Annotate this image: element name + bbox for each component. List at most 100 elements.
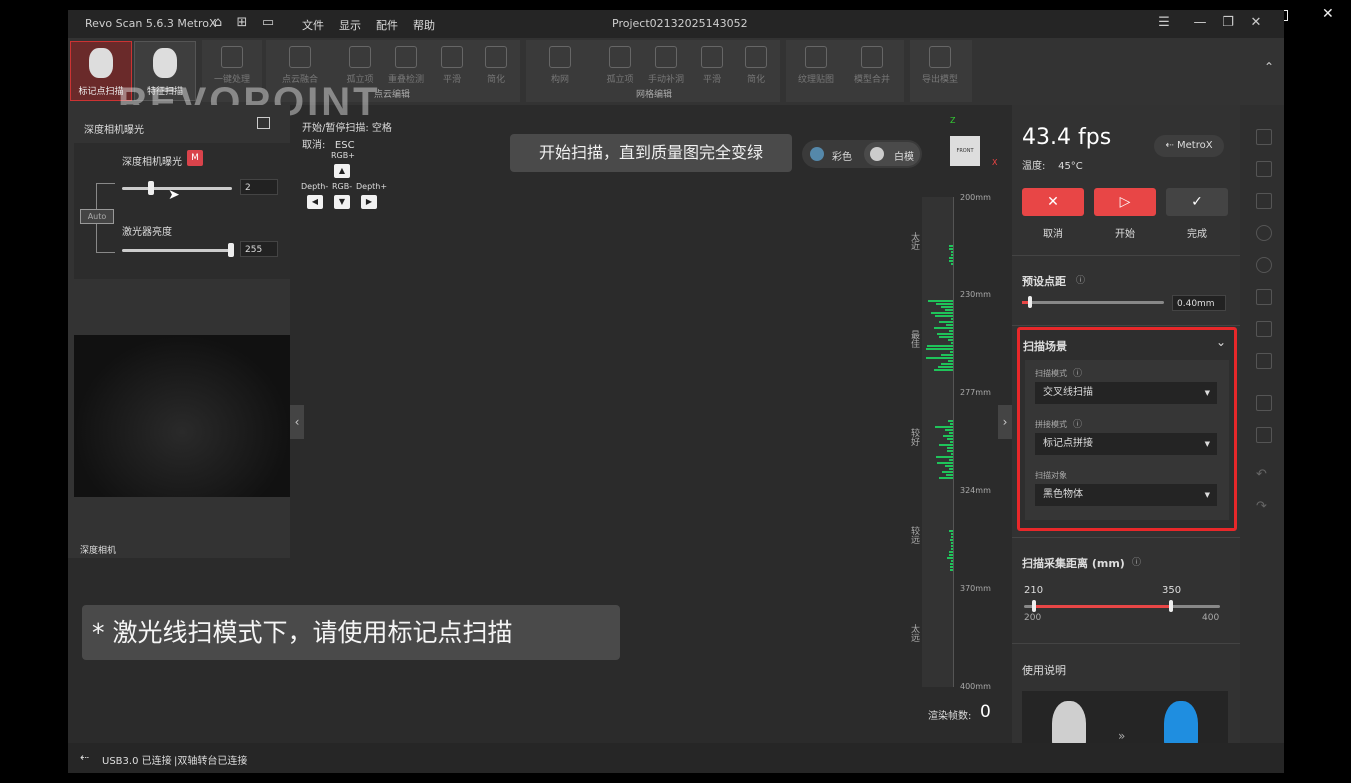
stitch-mode-value: 标记点拼接: [1043, 438, 1093, 449]
connected-select-icon[interactable]: [1256, 257, 1272, 273]
mesh-isolate-button[interactable]: 孤立项: [596, 46, 644, 85]
collapse-left-button[interactable]: ‹: [290, 405, 304, 439]
select-tool-icon[interactable]: [1256, 129, 1272, 145]
ground-icon[interactable]: [1256, 427, 1272, 443]
point-distance-spinbox[interactable]: 0.40mm: [1172, 295, 1226, 311]
home-icon[interactable]: ⌂: [210, 15, 226, 31]
point-distance-slider[interactable]: [1022, 301, 1164, 304]
laser-spinbox[interactable]: 255: [240, 241, 278, 257]
histogram-bar: [928, 300, 953, 302]
camera-label: 深度相机: [80, 546, 117, 556]
mesh-button[interactable]: 构网: [536, 46, 584, 85]
depth-minus-key[interactable]: ◀: [307, 195, 323, 209]
finish-scan-button[interactable]: ✓: [1166, 188, 1228, 216]
menu-help[interactable]: 帮助: [413, 17, 435, 33]
texture-button[interactable]: 纹理贴图: [792, 46, 840, 85]
auto-toggle[interactable]: Auto: [80, 209, 114, 224]
camera-preview: [74, 335, 290, 497]
rgb-plus-label: RGB+: [331, 151, 355, 160]
duplicate-icon[interactable]: [1256, 395, 1272, 411]
axis-z-label: Z: [950, 116, 956, 125]
settings-sliders-icon[interactable]: ☰: [1156, 15, 1172, 31]
laser-value: 255: [245, 245, 263, 255]
white-mode-pill[interactable]: 白模: [864, 142, 920, 166]
histogram-bar: [951, 453, 953, 455]
point-distance-value: 0.40mm: [1177, 299, 1215, 309]
temperature: 温度: 45°C: [1022, 161, 1083, 172]
depth-plus-key[interactable]: ▶: [361, 195, 377, 209]
window-close-icon[interactable]: ✕: [1248, 15, 1264, 31]
histogram-bar: [950, 441, 953, 443]
laser-slider[interactable]: [122, 249, 232, 252]
collapse-right-button[interactable]: ›: [998, 405, 1012, 439]
fill-hole-button[interactable]: 手动补洞: [642, 46, 690, 85]
rgb-minus-key[interactable]: ▼: [334, 195, 350, 209]
tick-324mm: 324mm: [960, 486, 991, 495]
mesh-simplify-button[interactable]: 简化: [732, 46, 780, 85]
detach-panel-icon[interactable]: [257, 117, 270, 129]
exposure-spinbox[interactable]: 2: [240, 179, 278, 195]
redo-icon[interactable]: ↷: [1256, 499, 1267, 514]
distance-min: 200: [1024, 613, 1042, 623]
depth-camera-panel: 深度相机曝光 深度相机曝光 M 2 ➤ Auto 激光器亮度 255 深度相机: [68, 105, 290, 558]
cancel-scan-button[interactable]: ✕: [1022, 188, 1084, 216]
distance-low-thumb[interactable]: [1031, 600, 1036, 612]
menu-view[interactable]: 显示: [339, 17, 361, 33]
mesh-isolate-label: 孤立项: [606, 75, 634, 85]
simplify-button[interactable]: 简化: [472, 46, 520, 85]
rect-select-icon[interactable]: [1256, 161, 1272, 177]
lasso-select-icon[interactable]: [1256, 193, 1272, 209]
stitch-info-icon[interactable]: ⓘ: [1073, 417, 1082, 430]
histogram-bar: [936, 456, 953, 458]
tool-sidebar: ↶ ↷: [1240, 105, 1284, 763]
scan-target-select[interactable]: 黑色物体 ▼: [1035, 484, 1217, 506]
minimize-icon[interactable]: —: [1192, 15, 1208, 31]
merge-button[interactable]: 模型合并: [848, 46, 896, 85]
rgb-plus-key[interactable]: ▲: [334, 164, 350, 178]
exposure-slider-thumb[interactable]: [148, 181, 154, 195]
mesh-smooth-button[interactable]: 平滑: [688, 46, 736, 85]
overlap-button[interactable]: 重叠检测: [382, 46, 430, 85]
start-scan-button[interactable]: ▷: [1094, 188, 1156, 216]
stitch-mode-select[interactable]: 标记点拼接 ▼: [1035, 433, 1217, 455]
render-mode-toggle[interactable]: 彩色 白模: [802, 140, 922, 168]
menu-file[interactable]: 文件: [302, 17, 324, 33]
distance-high-thumb[interactable]: [1169, 600, 1173, 612]
info-icon[interactable]: ⓘ: [1076, 273, 1085, 286]
distance-range-label: 扫描采集距离 (mm): [1022, 557, 1125, 570]
view-cube[interactable]: FRONT: [950, 136, 980, 166]
histogram-bar: [926, 357, 953, 359]
undo-icon[interactable]: ↶: [1256, 467, 1267, 482]
close-icon[interactable]: ✕: [1322, 6, 1334, 22]
menu-accessories[interactable]: 配件: [376, 17, 398, 33]
color-mode-label[interactable]: 彩色: [832, 148, 852, 163]
manual-mode-badge[interactable]: M: [187, 150, 203, 166]
scan-mode-select[interactable]: 交叉线扫描 ▼: [1035, 382, 1217, 404]
open-folder-icon[interactable]: ▭: [260, 15, 276, 31]
delete-icon[interactable]: [1256, 353, 1272, 369]
export-button[interactable]: 导出模型: [916, 46, 964, 85]
new-project-icon[interactable]: ⊞: [234, 15, 250, 31]
simplify-label: 简化: [486, 75, 505, 85]
laser-slider-thumb[interactable]: [228, 243, 234, 257]
usb-icon: ⇠: [80, 751, 90, 764]
smooth-label: 平滑: [442, 75, 461, 85]
zone-too-far: 太远: [909, 624, 919, 642]
invert-select-icon[interactable]: [1256, 321, 1272, 337]
histogram-bar: [949, 248, 953, 250]
smooth-button[interactable]: 平滑: [428, 46, 476, 85]
point-distance-thumb[interactable]: [1028, 296, 1032, 308]
collapse-toolbar-icon[interactable]: ⌃: [1264, 60, 1274, 74]
scan-mode-info-icon[interactable]: ⓘ: [1073, 366, 1082, 379]
scan-target-label: 扫描对象: [1035, 471, 1067, 480]
maximize-icon[interactable]: ❐: [1220, 15, 1236, 31]
plane-cut-icon[interactable]: [1256, 289, 1272, 305]
distance-info-icon[interactable]: ⓘ: [1132, 555, 1141, 568]
cursor-icon: ➤: [168, 187, 180, 203]
device-badge[interactable]: ⇠ MetroX: [1154, 135, 1224, 157]
brush-select-icon[interactable]: [1256, 225, 1272, 241]
histogram-bar: [951, 251, 953, 253]
chevron-down-icon[interactable]: ⌄: [1216, 335, 1226, 349]
color-mode-icon: [810, 147, 824, 161]
histogram-bar: [950, 423, 953, 425]
